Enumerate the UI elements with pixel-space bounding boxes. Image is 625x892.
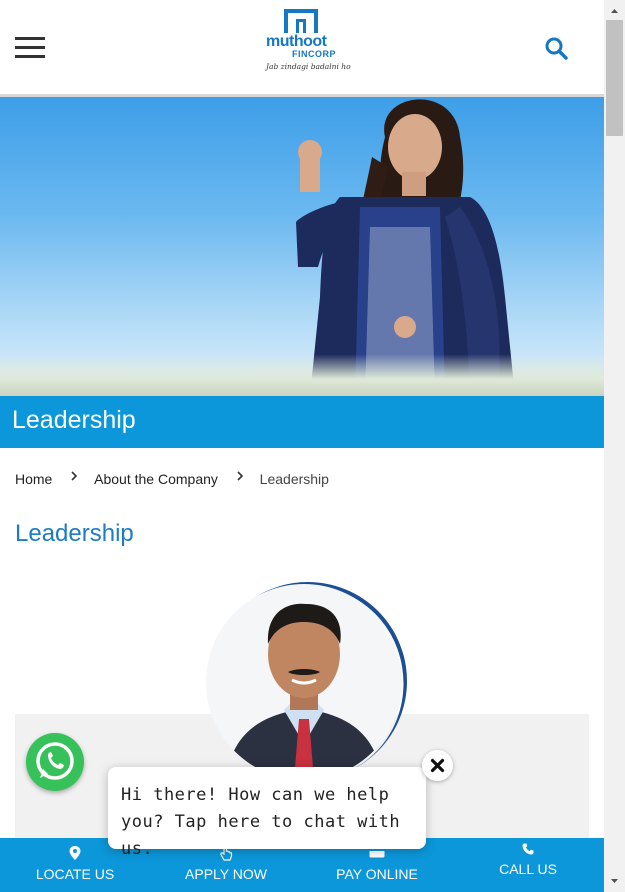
phone-icon xyxy=(522,843,534,855)
leader-portrait-illustration xyxy=(226,603,382,780)
hamburger-menu-icon[interactable] xyxy=(15,37,45,59)
apply-now-label: APPLY NOW xyxy=(185,866,267,882)
logo-brand-sub: FINCORP xyxy=(292,49,336,59)
scrollbar-thumb[interactable] xyxy=(606,20,623,136)
section-title: Leadership xyxy=(15,520,134,547)
muthoot-fincorp-logo[interactable]: muthoot FINCORP Jab zindagi badalni ho xyxy=(262,9,351,75)
logo-mark-icon xyxy=(284,9,318,33)
hero-illustration xyxy=(296,99,515,396)
vertical-scrollbar[interactable] xyxy=(604,0,625,892)
scroll-up-arrow-icon[interactable] xyxy=(604,4,625,18)
grass-field xyxy=(0,354,604,396)
pay-online-label: PAY ONLINE xyxy=(336,866,418,882)
chat-popup[interactable]: Hi there! How can we help you? Tap here … xyxy=(108,767,426,859)
breadcrumb-home[interactable]: Home xyxy=(15,471,52,487)
call-us-label: CALL US xyxy=(499,861,557,877)
breadcrumb-about-company[interactable]: About the Company xyxy=(94,471,218,487)
chevron-right-icon xyxy=(71,471,78,481)
leader-portrait-photo xyxy=(206,584,402,780)
chevron-right-icon xyxy=(237,471,243,481)
map-pin-icon xyxy=(69,846,81,860)
hero-banner-image xyxy=(0,97,604,396)
page-title: Leadership xyxy=(12,406,136,434)
search-icon[interactable] xyxy=(544,36,568,60)
breadcrumb: Home About the Company Leadership xyxy=(15,470,329,488)
page: muthoot FINCORP Jab zindagi badalni ho L… xyxy=(0,0,604,892)
locate-us-label: LOCATE US xyxy=(35,866,115,882)
breadcrumb-current: Leadership xyxy=(259,471,329,488)
whatsapp-chat-button[interactable] xyxy=(26,733,84,791)
close-icon xyxy=(430,758,445,773)
site-header: muthoot FINCORP Jab zindagi badalni ho xyxy=(0,0,604,97)
chat-message: Hi there! How can we help you? Tap here … xyxy=(121,785,401,859)
call-us-button[interactable]: CALL US xyxy=(452,838,604,892)
page-title-banner: Leadership xyxy=(0,396,604,448)
logo-tagline: Jab zindagi badalni ho xyxy=(266,62,351,71)
whatsapp-icon xyxy=(36,742,74,780)
chat-close-button[interactable] xyxy=(422,750,453,781)
scroll-down-arrow-icon[interactable] xyxy=(604,874,625,888)
